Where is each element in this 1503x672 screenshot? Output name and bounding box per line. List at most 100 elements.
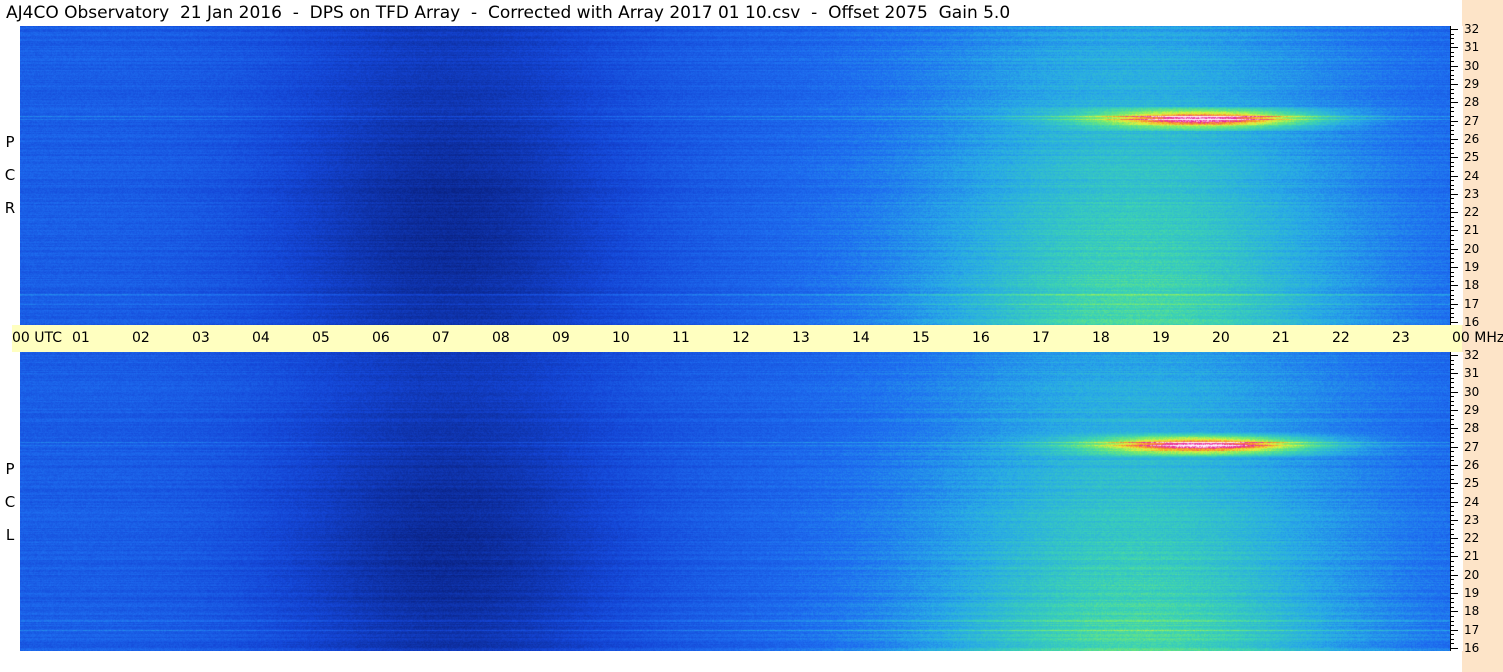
time-label-24: 00 MHz	[1452, 330, 1503, 346]
rcp-minor-tick	[1451, 189, 1454, 190]
rcp-minor-tick	[1451, 134, 1454, 135]
rcp-freq-label-21: 21	[1464, 223, 1480, 237]
lcp-freq-label-21: 21	[1464, 549, 1480, 563]
rcp-minor-tick	[1451, 75, 1454, 76]
lcp-minor-tick	[1451, 621, 1454, 622]
time-label-16: 16	[972, 330, 990, 346]
rcp-major-tick	[1451, 157, 1458, 158]
rcp-minor-tick	[1451, 98, 1454, 99]
time-label-14: 14	[852, 330, 870, 346]
rcp-freq-label-23: 23	[1464, 187, 1480, 201]
time-label-11: 11	[672, 330, 690, 346]
rcp-minor-tick	[1451, 253, 1454, 254]
rcp-minor-tick	[1451, 93, 1454, 94]
time-label-18: 18	[1092, 330, 1110, 346]
lcp-freq-label-23: 23	[1464, 513, 1480, 527]
rcp-minor-tick	[1451, 244, 1454, 245]
lcp-freq-label-29: 29	[1464, 403, 1480, 417]
rcp-minor-tick	[1451, 166, 1454, 167]
rcp-major-tick	[1451, 285, 1458, 286]
time-label-10: 10	[612, 330, 630, 346]
lcp-freq-label-16: 16	[1464, 641, 1480, 655]
rcp-minor-tick	[1451, 52, 1454, 53]
rcp-freq-label-27: 27	[1464, 114, 1480, 128]
lcp-minor-tick	[1451, 602, 1454, 603]
rcp-minor-tick	[1451, 143, 1454, 144]
lcp-minor-tick	[1451, 451, 1454, 452]
rcp-major-tick	[1451, 139, 1458, 140]
time-label-7: 07	[432, 330, 450, 346]
lcp-freq-label-27: 27	[1464, 440, 1480, 454]
lcp-minor-tick	[1451, 598, 1454, 599]
rcp-freq-label-28: 28	[1464, 95, 1480, 109]
rcp-label-c: C	[4, 166, 16, 184]
lcp-minor-tick	[1451, 511, 1454, 512]
window-title: AJ4CO Observatory 21 Jan 2016 - DPS on T…	[6, 3, 1011, 23]
lcp-major-tick	[1451, 447, 1458, 448]
rcp-minor-tick	[1451, 70, 1454, 71]
rcp-minor-tick	[1451, 125, 1454, 126]
time-label-4: 04	[252, 330, 270, 346]
lcp-major-tick	[1451, 538, 1458, 539]
lcp-freq-label-17: 17	[1464, 623, 1480, 637]
time-label-21: 21	[1272, 330, 1290, 346]
rcp-spectrogram	[20, 26, 1450, 325]
lcp-major-tick	[1451, 575, 1458, 576]
lcp-major-tick	[1451, 520, 1458, 521]
rcp-minor-tick	[1451, 116, 1454, 117]
lcp-major-tick	[1451, 593, 1458, 594]
rcp-freq-label-18: 18	[1464, 278, 1480, 292]
lcp-minor-tick	[1451, 643, 1454, 644]
rcp-minor-tick	[1451, 208, 1454, 209]
rcp-minor-tick	[1451, 272, 1454, 273]
rcp-freq-label-19: 19	[1464, 260, 1480, 274]
lcp-label-p: P	[5, 460, 15, 478]
rcp-major-tick	[1451, 84, 1458, 85]
time-label-17: 17	[1032, 330, 1050, 346]
rcp-freq-label-30: 30	[1464, 59, 1480, 73]
rcp-minor-tick	[1451, 221, 1454, 222]
lcp-major-tick	[1451, 483, 1458, 484]
rcp-minor-tick	[1451, 180, 1454, 181]
rcp-major-tick	[1451, 102, 1458, 103]
rcp-label-r: P	[5, 133, 15, 151]
rcp-minor-tick	[1451, 34, 1454, 35]
rcp-minor-tick	[1451, 258, 1454, 259]
lcp-minor-tick	[1451, 424, 1454, 425]
rcp-minor-tick	[1451, 317, 1454, 318]
lcp-minor-tick	[1451, 616, 1454, 617]
lcp-major-tick	[1451, 392, 1458, 393]
time-label-20: 20	[1212, 330, 1230, 346]
lcp-minor-tick	[1451, 474, 1454, 475]
lcp-minor-tick	[1451, 634, 1454, 635]
rcp-minor-tick	[1451, 130, 1454, 131]
time-label-15: 15	[912, 330, 930, 346]
lcp-minor-tick	[1451, 607, 1454, 608]
lcp-minor-tick	[1451, 396, 1454, 397]
rcp-major-tick	[1451, 194, 1458, 195]
time-label-5: 05	[312, 330, 330, 346]
time-label-2: 02	[132, 330, 150, 346]
rcp-minor-tick	[1451, 107, 1454, 108]
lcp-minor-tick	[1451, 543, 1454, 544]
rcp-minor-tick	[1451, 203, 1454, 204]
time-label-6: 06	[372, 330, 390, 346]
rcp-freq-label-25: 25	[1464, 150, 1480, 164]
rcp-minor-tick	[1451, 313, 1454, 314]
lcp-minor-tick	[1451, 497, 1454, 498]
rcp-minor-tick	[1451, 262, 1454, 263]
rcp-minor-tick	[1451, 61, 1454, 62]
lcp-major-tick	[1451, 410, 1458, 411]
lcp-major-tick	[1451, 465, 1458, 466]
rcp-freq-label-29: 29	[1464, 77, 1480, 91]
rcp-minor-tick	[1451, 235, 1454, 236]
lcp-major-tick	[1451, 373, 1458, 374]
rcp-freq-label-31: 31	[1464, 40, 1480, 54]
lcp-major-tick	[1451, 648, 1458, 649]
time-label-0: 00 UTC	[12, 330, 63, 346]
lcp-freq-label-32: 32	[1464, 348, 1480, 362]
rcp-major-tick	[1451, 176, 1458, 177]
lcp-label-l: L	[5, 526, 15, 544]
rcp-minor-tick	[1451, 276, 1454, 277]
lcp-minor-tick	[1451, 515, 1454, 516]
